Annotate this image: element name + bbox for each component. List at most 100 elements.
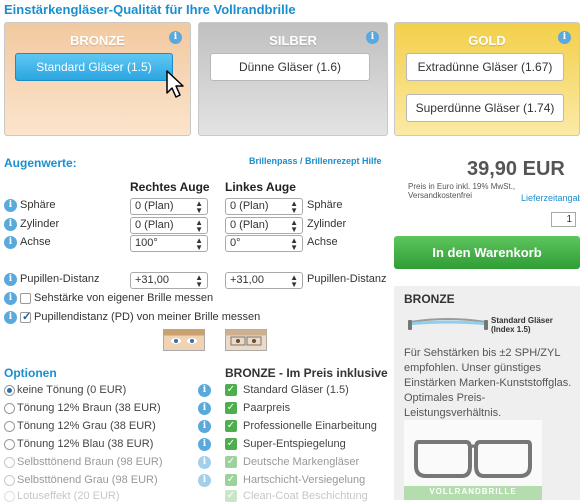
tier-bronze[interactable]: BRONZE i Standard Gläser (1.5) bbox=[4, 22, 191, 136]
inclusive-item-1: Paarpreis bbox=[243, 402, 291, 414]
info-icon[interactable]: i bbox=[4, 311, 17, 324]
updown-icon: ▲ ▼ bbox=[290, 218, 298, 234]
option-radio-4[interactable] bbox=[4, 457, 15, 468]
sehstaerke-checkbox[interactable] bbox=[20, 293, 31, 304]
option-radio-5[interactable] bbox=[4, 475, 15, 486]
right-eye-header: Rechtes Auge bbox=[130, 180, 210, 194]
achse-right-select[interactable]: 100° ▲ ▼ bbox=[130, 235, 208, 252]
option-radio-0[interactable] bbox=[4, 385, 15, 396]
select-value: 0° bbox=[230, 237, 241, 249]
inclusive-item-2: Professionelle Einarbeitung bbox=[243, 420, 377, 432]
select-value: +31,00 bbox=[230, 274, 264, 286]
option-label-5: Selbsttönend Grau (98 EUR) bbox=[17, 474, 158, 486]
sphaere-label-right: Sphäre bbox=[307, 199, 343, 211]
pd-right-select[interactable]: +31,00 ▲ ▼ bbox=[130, 272, 208, 289]
delivery-link[interactable]: Lieferzeitangabe bbox=[521, 193, 580, 203]
inclusive-item-5: Hartschicht-Versiegelung bbox=[243, 474, 366, 486]
check-icon: ✓ bbox=[225, 490, 237, 502]
pd-checkbox[interactable] bbox=[20, 310, 31, 323]
quantity-input[interactable]: 1 bbox=[551, 212, 576, 227]
check-icon: ✓ bbox=[225, 456, 237, 468]
updown-icon: ▲ ▼ bbox=[195, 218, 203, 234]
check-icon: ✓ bbox=[225, 438, 237, 450]
info-icon[interactable]: i bbox=[366, 31, 379, 44]
option-radio-6[interactable] bbox=[4, 491, 15, 502]
info-icon[interactable]: i bbox=[4, 292, 17, 305]
face-thumbnail-1[interactable] bbox=[163, 329, 205, 351]
info-icon[interactable]: i bbox=[4, 273, 17, 286]
info-icon[interactable]: i bbox=[198, 420, 211, 433]
pd-label: Pupillen-Distanz bbox=[20, 273, 100, 285]
lens-button-duenn[interactable]: Dünne Gläser (1.6) bbox=[210, 53, 370, 81]
check-icon: ✓ bbox=[225, 474, 237, 486]
pd-left-select[interactable]: +31,00 ▲ ▼ bbox=[225, 272, 303, 289]
zylinder-label: Zylinder bbox=[20, 218, 60, 230]
select-value: +31,00 bbox=[135, 274, 169, 286]
check-icon: ✓ bbox=[225, 402, 237, 414]
info-icon[interactable]: i bbox=[198, 474, 211, 487]
info-icon[interactable]: i bbox=[169, 31, 182, 44]
mouse-cursor-icon bbox=[166, 70, 184, 98]
lens-button-extraduenn[interactable]: Extradünne Gläser (1.67) bbox=[406, 53, 564, 81]
option-radio-2[interactable] bbox=[4, 421, 15, 432]
select-value: 0 (Plan) bbox=[135, 219, 174, 231]
tier-silber-title: SILBER bbox=[269, 33, 317, 48]
inclusive-item-0: Standard Gläser (1.5) bbox=[243, 384, 349, 396]
info-icon[interactable]: i bbox=[198, 456, 211, 469]
check-icon: ✓ bbox=[225, 384, 237, 396]
sphaere-left-select[interactable]: 0 (Plan) ▲ ▼ bbox=[225, 198, 303, 215]
info-icon[interactable]: i bbox=[558, 31, 571, 44]
option-label-4: Selbsttönend Braun (98 EUR) bbox=[17, 456, 163, 468]
pd-measure-label: Pupillendistanz (PD) von meiner Brille m… bbox=[34, 311, 261, 323]
pd-label-right: Pupillen-Distanz bbox=[307, 273, 387, 285]
option-radio-1[interactable] bbox=[4, 403, 15, 414]
bronze-info-panel: BRONZE Standard Gläser (Index 1.5) Für S… bbox=[394, 286, 580, 500]
info-icon[interactable]: i bbox=[198, 384, 211, 397]
updown-icon: ▲ ▼ bbox=[195, 199, 203, 215]
select-value: 0 (Plan) bbox=[135, 200, 174, 212]
info-icon[interactable]: i bbox=[198, 438, 211, 451]
augenwerte-title: Augenwerte: bbox=[4, 156, 77, 170]
option-label-1: Tönung 12% Braun (38 EUR) bbox=[17, 402, 161, 414]
option-label-3: Tönung 12% Blau (38 EUR) bbox=[17, 438, 154, 450]
inclusive-item-3: Super-Entspiegelung bbox=[243, 438, 346, 450]
page-title: Einstärkengläser-Qualität für Ihre Vollr… bbox=[4, 2, 296, 17]
inclusive-item-6: Clean-Coat Beschichtung bbox=[243, 490, 368, 502]
help-link[interactable]: Brillenpass / Brillenrezept Hilfe bbox=[249, 156, 382, 166]
lens-button-superduenn[interactable]: Superdünne Gläser (1.74) bbox=[406, 94, 564, 122]
options-title: Optionen bbox=[4, 366, 57, 380]
updown-icon: ▲ ▼ bbox=[290, 273, 298, 289]
inclusive-item-4: Deutsche Markengläser bbox=[243, 456, 360, 468]
option-radio-3[interactable] bbox=[4, 439, 15, 450]
info-icon[interactable]: i bbox=[4, 199, 17, 212]
achse-left-select[interactable]: 0° ▲ ▼ bbox=[225, 235, 303, 252]
info-icon[interactable]: i bbox=[4, 236, 17, 249]
panel-lens-label: Standard Gläser (Index 1.5) bbox=[491, 316, 553, 334]
check-icon: ✓ bbox=[225, 420, 237, 432]
left-eye-header: Linkes Auge bbox=[225, 180, 296, 194]
info-icon[interactable]: i bbox=[198, 402, 211, 415]
select-value: 100° bbox=[135, 237, 158, 249]
sphaere-right-select[interactable]: 0 (Plan) ▲ ▼ bbox=[130, 198, 208, 215]
tier-gold-title: GOLD bbox=[468, 33, 506, 48]
info-icon[interactable]: i bbox=[4, 218, 17, 231]
inclusive-title: BRONZE - Im Preis inklusive bbox=[225, 366, 388, 380]
select-value: 0 (Plan) bbox=[230, 200, 269, 212]
updown-icon: ▲ ▼ bbox=[290, 199, 298, 215]
panel-title: BRONZE bbox=[404, 292, 455, 306]
panel-description: Für Sehstärken bis ±2 SPH/ZYL empfohlen.… bbox=[404, 347, 572, 419]
face-thumbnail-2[interactable] bbox=[225, 329, 267, 351]
zylinder-right-select[interactable]: 0 (Plan) ▲ ▼ bbox=[130, 217, 208, 234]
achse-label: Achse bbox=[20, 236, 51, 248]
tier-gold[interactable]: GOLD i Extradünne Gläser (1.67) Superdün… bbox=[394, 22, 580, 136]
frame-caption: VOLLRANDBRILLE bbox=[429, 487, 517, 496]
updown-icon: ▲ ▼ bbox=[195, 273, 203, 289]
lens-button-standard[interactable]: Standard Gläser (1.5) bbox=[15, 53, 173, 81]
option-label-0: keine Tönung (0 EUR) bbox=[17, 384, 127, 396]
add-to-cart-button[interactable]: In den Warenkorb bbox=[394, 236, 580, 269]
select-value: 0 (Plan) bbox=[230, 219, 269, 231]
tier-silber[interactable]: SILBER i Dünne Gläser (1.6) bbox=[198, 22, 388, 136]
zylinder-left-select[interactable]: 0 (Plan) ▲ ▼ bbox=[225, 217, 303, 234]
tier-bronze-title: BRONZE bbox=[70, 33, 125, 48]
updown-icon: ▲ ▼ bbox=[195, 236, 203, 252]
